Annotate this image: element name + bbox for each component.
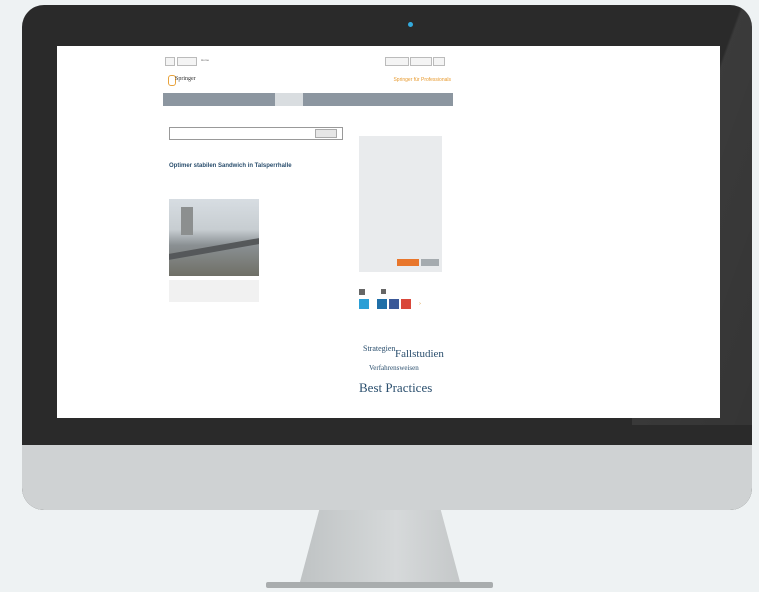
caption-text bbox=[169, 280, 259, 282]
monitor-chin bbox=[22, 445, 752, 510]
screen: Home Springer Springer für Professionals bbox=[57, 46, 720, 418]
monitor-stand bbox=[300, 510, 460, 582]
google-plus-icon[interactable] bbox=[401, 299, 411, 309]
tag-cloud: Strategien Fallstudien Verfahrensweisen … bbox=[359, 336, 444, 406]
linkedin-icon[interactable] bbox=[377, 299, 387, 309]
camera-icon bbox=[408, 22, 413, 27]
tag[interactable]: Strategien bbox=[363, 344, 395, 353]
share-more-icon[interactable]: › bbox=[417, 299, 423, 309]
home-icon[interactable] bbox=[165, 57, 175, 66]
main-nav bbox=[163, 93, 453, 106]
nav-item-active[interactable] bbox=[275, 93, 303, 106]
topbar-right-3[interactable] bbox=[433, 57, 445, 66]
article-headline: Optimer stabilen Sandwich in Talsperrhal… bbox=[169, 163, 292, 169]
mail-icon[interactable] bbox=[381, 289, 386, 294]
print-icon[interactable] bbox=[359, 289, 365, 295]
logo-text[interactable]: Springer bbox=[175, 76, 196, 82]
secondary-button[interactable] bbox=[421, 259, 439, 266]
photo-crane bbox=[181, 207, 193, 235]
share-row: › bbox=[359, 289, 442, 315]
header: Springer Springer für Professionals bbox=[163, 74, 453, 88]
search-button[interactable] bbox=[315, 129, 337, 138]
nav-item-2[interactable] bbox=[221, 93, 249, 106]
tag[interactable]: Verfahrensweisen bbox=[369, 364, 419, 372]
monitor-base bbox=[266, 582, 493, 588]
webpage: Home Springer Springer für Professionals bbox=[163, 56, 453, 406]
nav-item-1[interactable] bbox=[165, 93, 215, 106]
photo-caption bbox=[169, 280, 259, 302]
brand-tagline[interactable]: Springer für Professionals bbox=[393, 77, 451, 83]
nav-item-5[interactable] bbox=[355, 93, 377, 106]
nav-item-4[interactable] bbox=[309, 93, 349, 106]
twitter-icon[interactable] bbox=[359, 299, 369, 309]
tag[interactable]: Fallstudien bbox=[395, 348, 444, 360]
facebook-icon[interactable] bbox=[389, 299, 399, 309]
topbar-right-2[interactable] bbox=[410, 57, 432, 66]
tag[interactable]: Best Practices bbox=[359, 380, 432, 396]
article-body bbox=[269, 198, 345, 308]
topbar-item-home[interactable]: Home bbox=[199, 57, 211, 64]
monitor: Home Springer Springer für Professionals bbox=[22, 5, 752, 510]
newsletter-sidebar bbox=[359, 136, 442, 272]
top-bar: Home bbox=[163, 56, 453, 66]
topbar-item[interactable] bbox=[177, 57, 197, 66]
subscribe-button[interactable] bbox=[397, 259, 419, 266]
topbar-right-1[interactable] bbox=[385, 57, 409, 66]
